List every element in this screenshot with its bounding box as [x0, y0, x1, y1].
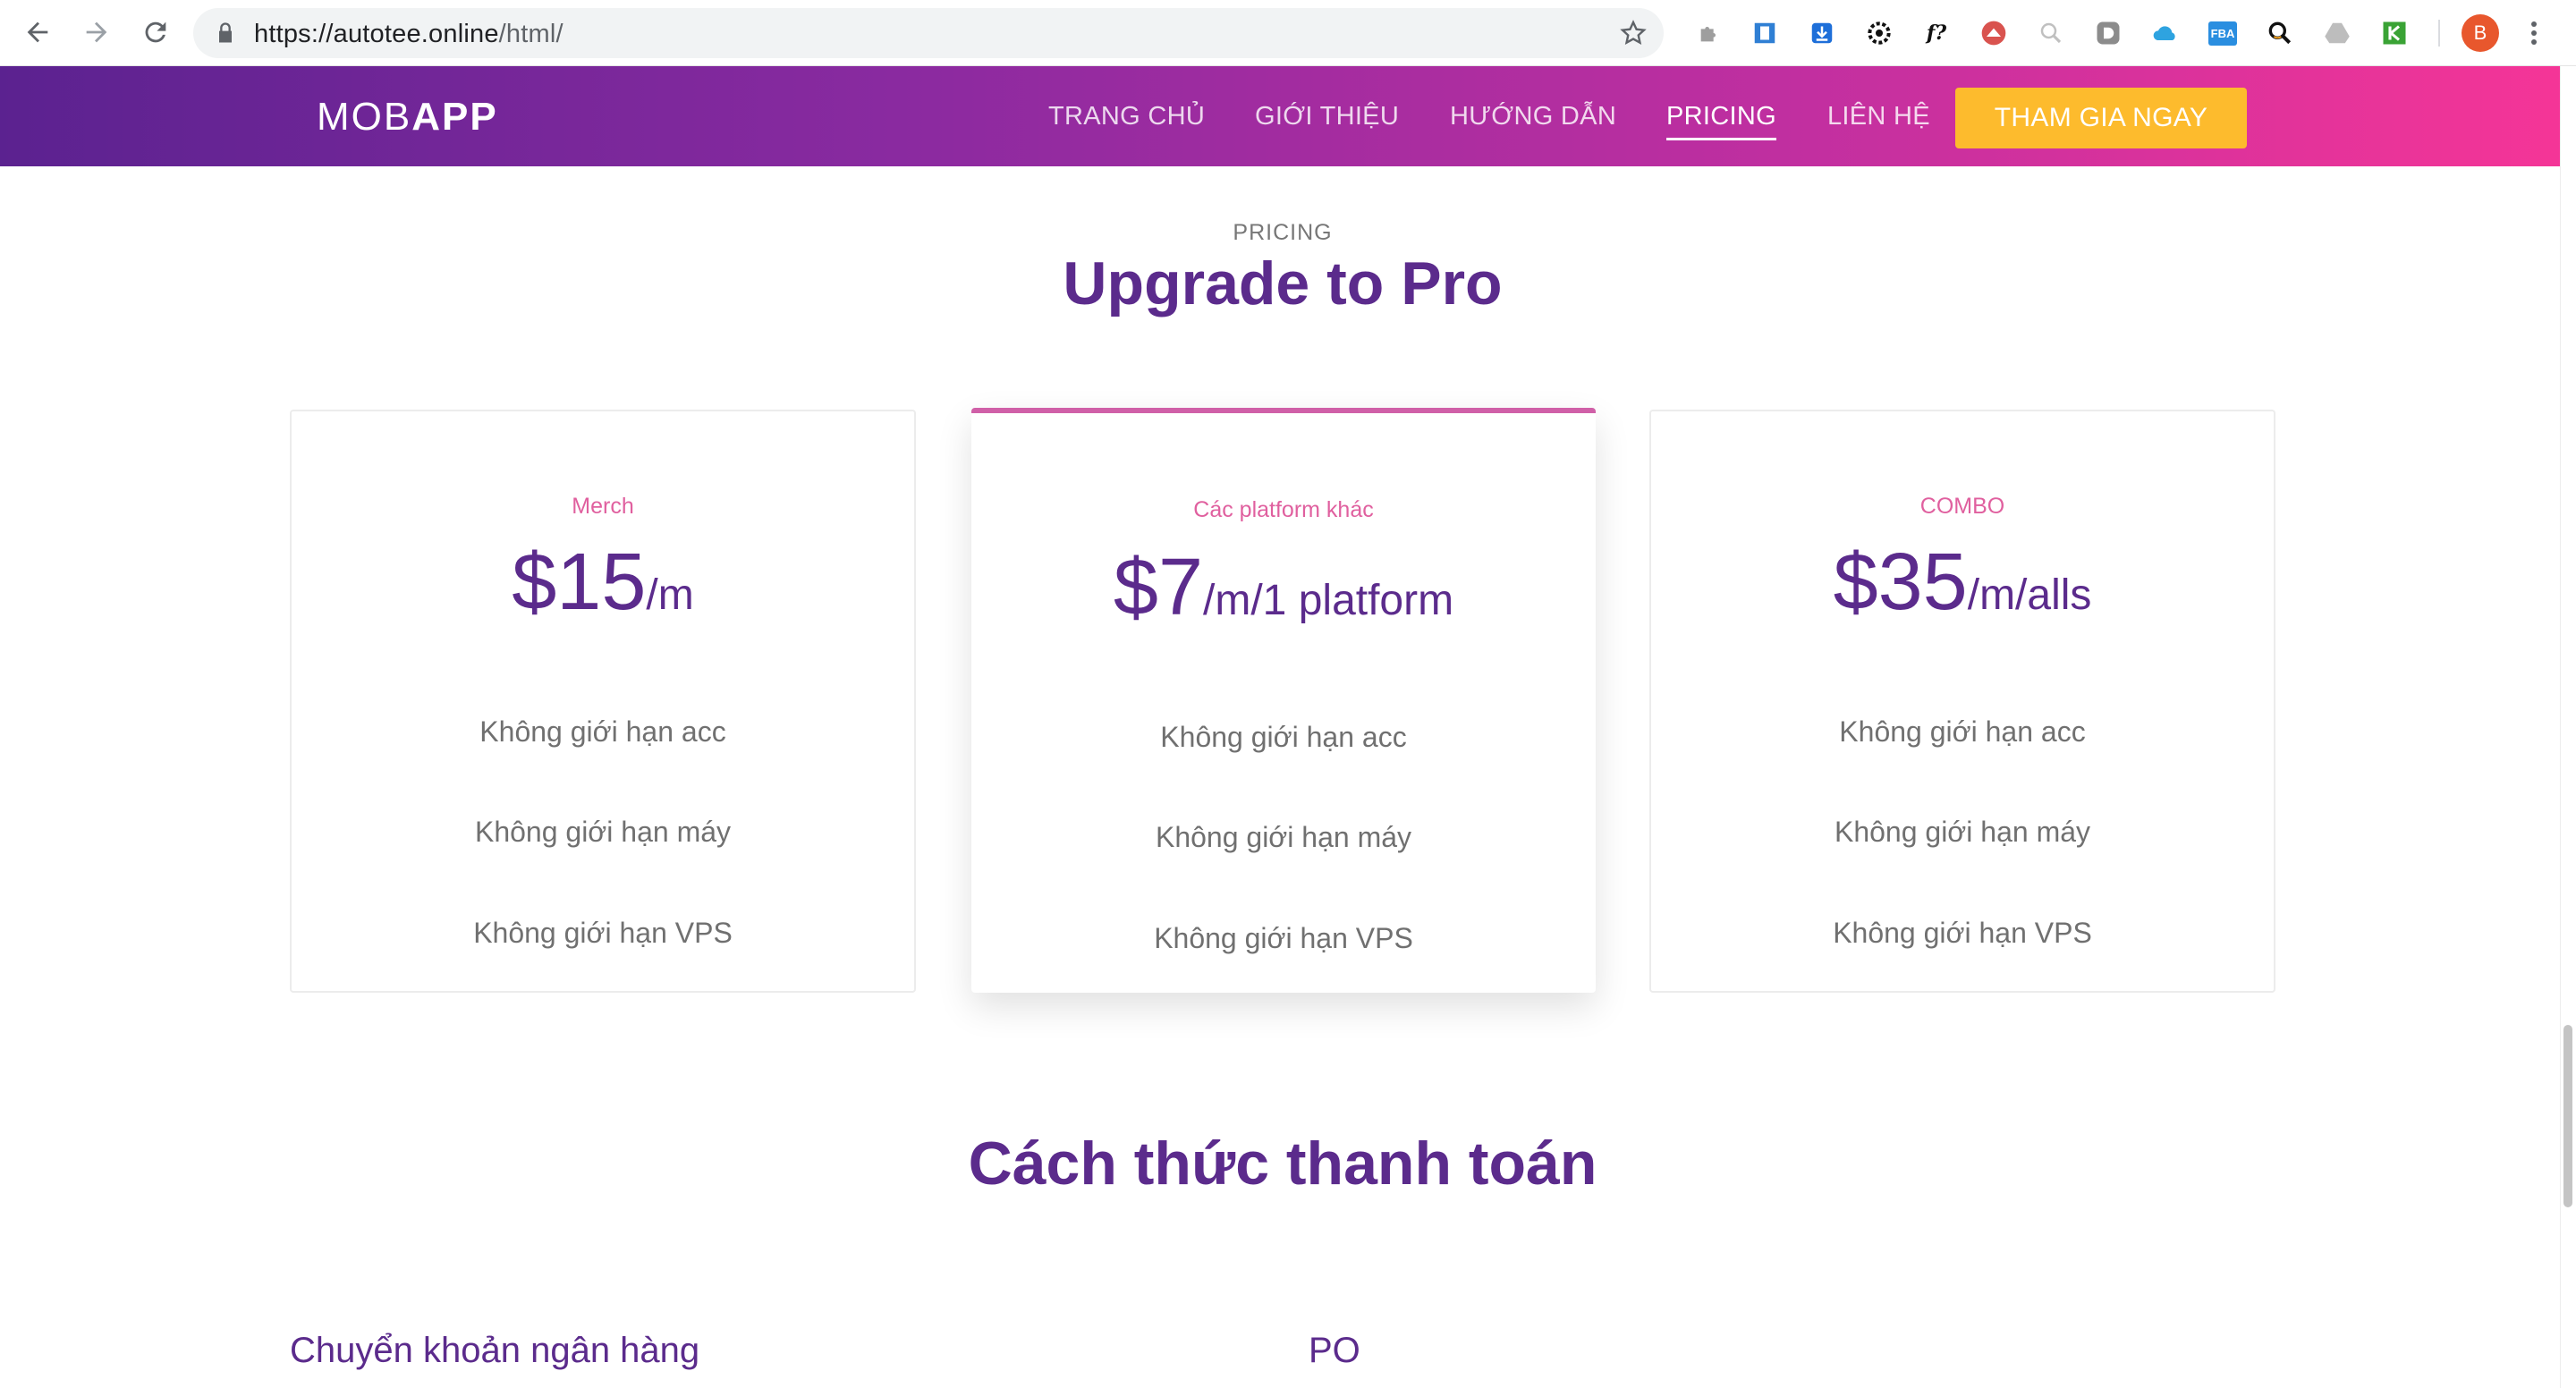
pricing-card-merch: Merch $15/m Không giới hạn acc Không giớ…	[290, 410, 916, 993]
url-host: https://autotee.online	[254, 20, 499, 48]
forward-button[interactable]	[77, 13, 116, 52]
price-amount: $15	[512, 537, 647, 627]
zoom-ext-icon[interactable]	[2034, 16, 2068, 50]
plan-name: COMBO	[1919, 494, 2005, 519]
nav-guide[interactable]: HƯỚNG DẪN	[1450, 102, 1616, 131]
payment-method-po: PO	[1309, 1331, 1360, 1370]
fba-ext-label: FBA	[2207, 21, 2238, 46]
download-ext-icon[interactable]	[1805, 16, 1839, 50]
plan-feature: Không giới hạn máy	[1155, 821, 1412, 853]
plan-feature: Không giới hạn acc	[1839, 715, 2086, 748]
bookmark-star-icon[interactable]	[1619, 19, 1648, 47]
pricing-title: Upgrade to Pro	[1063, 250, 1503, 317]
amazon-search-ext-icon[interactable]	[2263, 16, 2297, 50]
reload-button[interactable]	[136, 13, 175, 52]
nav-contact[interactable]: LIÊN HỆ	[1827, 102, 1930, 131]
price-amount: $35	[1833, 537, 1968, 627]
arrow-left-icon	[27, 21, 48, 43]
plan-name: Các platform khác	[1193, 497, 1374, 522]
reload-icon	[145, 21, 166, 43]
payment-title: Cách thức thanh toán	[968, 1130, 1597, 1198]
lock-icon	[219, 22, 232, 43]
plan-price: $35/m/alls	[1651, 537, 2274, 629]
arrow-right-icon	[86, 21, 107, 43]
price-unit: /m/1 platform	[1203, 577, 1454, 624]
plan-feature: Không giới hạn VPS	[473, 917, 733, 949]
pricing-card-platforms: Các platform khác $7/m/1 platform Không …	[971, 408, 1596, 993]
site-header: MOBAPP TRANG CHỦ GIỚI THIỆU HƯỚNG DẪN PR…	[0, 66, 2565, 166]
nav-home[interactable]: TRANG CHỦ	[1048, 102, 1205, 131]
fba-ext-icon[interactable]: FBA	[2206, 16, 2240, 50]
url-text: https://autotee.online/html/	[254, 20, 564, 49]
price-unit: /m	[646, 571, 694, 619]
plan-price: $15/m	[292, 537, 914, 629]
gear-ext-icon[interactable]	[1862, 16, 1896, 50]
d-ext-icon[interactable]	[2091, 16, 2125, 50]
shield-ext-icon[interactable]	[1977, 16, 2011, 50]
plan-feature: Không giới hạn máy	[474, 816, 732, 848]
pricing-card-combo: COMBO $35/m/alls Không giới hạn acc Khôn…	[1649, 410, 2275, 993]
price-amount: $7	[1113, 543, 1204, 632]
nav-about[interactable]: GIỚI THIỆU	[1255, 102, 1399, 131]
address-bar[interactable]: https://autotee.online/html/	[193, 8, 1664, 58]
logo-light: MOB	[317, 95, 412, 139]
scrollbar-thumb[interactable]	[2563, 1025, 2572, 1207]
browser-toolbar: https://autotee.online/html/ f? FBA B	[0, 0, 2576, 66]
more-menu-icon[interactable]	[2521, 14, 2547, 52]
cloud-ext-icon[interactable]	[2148, 16, 2182, 50]
plan-price: $7/m/1 platform	[971, 542, 1596, 634]
payment-method-bank: Chuyển khoản ngân hàng	[290, 1331, 700, 1370]
price-unit: /m/alls	[1967, 571, 2092, 619]
url-path: /html/	[498, 20, 564, 48]
nav-pricing[interactable]: PRICING	[1666, 102, 1776, 140]
back-button[interactable]	[18, 13, 57, 52]
plan-feature: Không giới hạn acc	[1160, 721, 1407, 753]
plan-feature: Không giới hạn VPS	[1154, 922, 1413, 954]
drive-ext-icon[interactable]	[2320, 16, 2354, 50]
puzzle-icon[interactable]	[1692, 16, 1726, 50]
toolbar-divider	[2438, 20, 2440, 47]
plan-feature: Không giới hạn VPS	[1833, 917, 2092, 949]
logo-bold: APP	[411, 95, 498, 139]
plan-feature: Không giới hạn acc	[479, 715, 726, 748]
plan-name: Merch	[572, 494, 634, 519]
bookmark-ext-icon[interactable]	[1748, 16, 1782, 50]
logo[interactable]: MOBAPP	[317, 95, 498, 140]
section-kicker: PRICING	[1233, 220, 1333, 245]
join-now-button[interactable]: THAM GIA NGAY	[1955, 88, 2247, 148]
profile-avatar[interactable]: B	[2462, 14, 2499, 52]
k-ext-icon[interactable]	[2377, 16, 2411, 50]
formula-ext-icon[interactable]: f?	[1919, 16, 1953, 50]
plan-feature: Không giới hạn máy	[1834, 816, 2091, 848]
